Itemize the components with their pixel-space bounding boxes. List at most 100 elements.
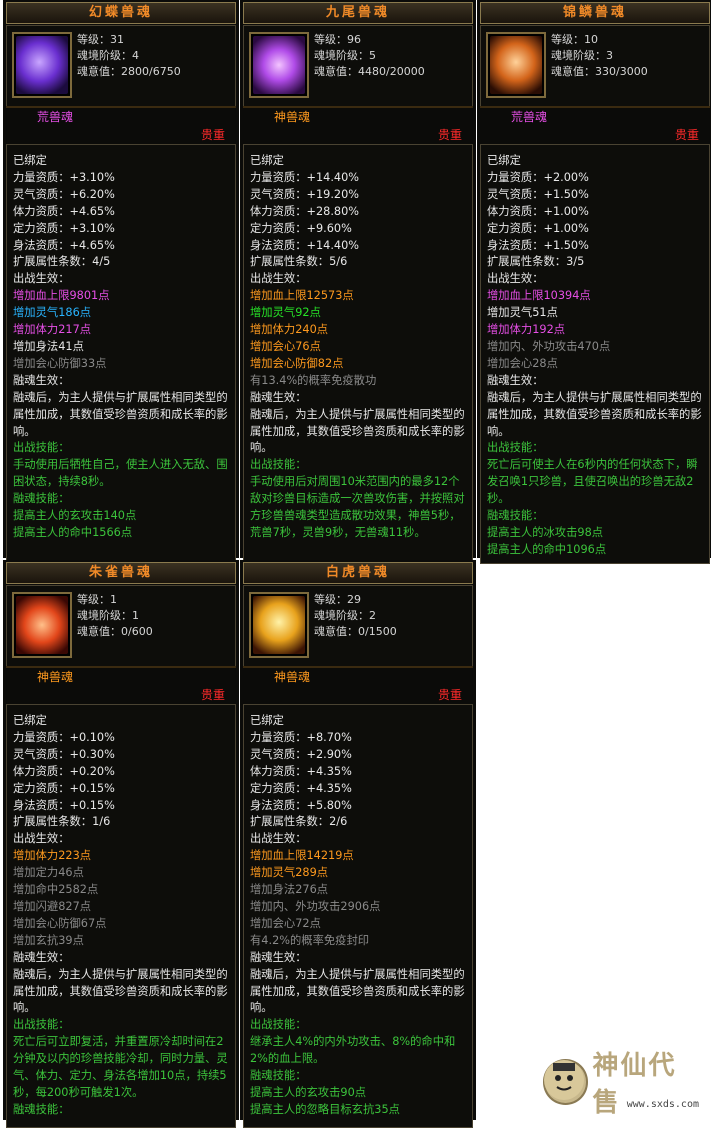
card-title: 九尾兽魂 (243, 2, 473, 24)
attribute-line: 已绑定 (13, 154, 47, 167)
attribute-line: 增加体力223点 (13, 849, 92, 863)
attribute-line: 体力资质：+0.20% (13, 764, 115, 778)
attribute-line: 死亡后可使主人在6秒内的任何状态下，瞬发召唤1只珍兽，且使召唤出的珍兽无敌2秒。 (487, 458, 698, 506)
attribute-line: 提高主人的忽略目标玄抗35点 (250, 1102, 400, 1116)
attribute-line: 体力资质：+1.00% (487, 204, 589, 218)
attribute-line: 提高主人的玄攻击140点 (13, 509, 137, 523)
attribute-line: 增加会心72点 (250, 916, 321, 930)
soul-icon-frame[interactable] (12, 32, 72, 98)
attribute-line: 增加闪避827点 (13, 899, 92, 913)
attribute-line: 增加身法41点 (13, 339, 84, 353)
vermilion-bird-soul-icon (16, 596, 68, 654)
attribute-line: 增加灵气92点 (250, 306, 321, 320)
mascot-logo-icon (543, 1059, 589, 1105)
attribute-line: 出战生效： (250, 272, 307, 286)
attribute-line: 体力资质：+4.65% (13, 204, 115, 218)
attribute-line: 手动使用后对周围10米范围内的最多12个敌对珍兽目标造成一次兽攻伤害，并按照对方… (250, 475, 465, 539)
attribute-line: 增加内、外功攻击2906点 (250, 899, 381, 913)
soul-card: 锦鳞兽魂 等级：10 魂境阶级：3 魂意值：330/3000 荒兽魂 贵重 已绑… (477, 0, 711, 564)
attribute-line: 融魂生效： (13, 950, 70, 964)
attribute-line: 力量资质：+8.70% (250, 730, 352, 744)
attribute-line: 融魂后，为主人提供与扩展属性相同类型的属性加成，其数值受珍兽资质和成长率的影响。 (487, 390, 702, 438)
attribute-line: 增加灵气289点 (250, 866, 329, 880)
attribute-line: 力量资质：+2.00% (487, 170, 589, 184)
attribute-line: 增加会心防御33点 (13, 356, 107, 370)
attribute-line: 提高主人的玄攻击90点 (250, 1085, 367, 1099)
attribute-line: 出战技能： (250, 458, 307, 472)
attribute-panel: 已绑定 力量资质：+8.70% 灵气资质：+2.90% 体力资质：+4.35% 定力资质… (243, 704, 473, 1128)
attribute-line: 增加定力46点 (13, 866, 84, 880)
soul-will-value: 魂意值：0/600 (77, 625, 153, 638)
attribute-line: 融魂技能： (13, 492, 70, 506)
soul-level: 等级：29 (314, 593, 361, 606)
soul-level: 等级：1 (77, 593, 117, 606)
soul-stage: 魂境阶级：4 (77, 49, 139, 62)
attribute-line: 力量资质：+14.40% (250, 170, 360, 184)
attribute-line: 体力资质：+4.35% (250, 764, 352, 778)
rarity-label: 贵重 (200, 128, 225, 142)
attribute-line: 有13.4%的概率免疫散功 (250, 373, 377, 387)
attribute-line: 增加灵气186点 (13, 306, 92, 320)
attribute-line: 增加命中2582点 (13, 883, 99, 897)
attribute-line: 定力资质：+9.60% (250, 221, 352, 235)
attribute-line: 增加体力192点 (487, 323, 566, 337)
soul-icon-frame[interactable] (12, 592, 72, 658)
attribute-line: 已绑定 (13, 714, 47, 727)
attribute-line: 继承主人4%的内外功攻击、8%的命中和2%的血上限。 (250, 1035, 456, 1066)
attribute-line: 扩展属性条数：3/5 (487, 255, 585, 269)
attribute-line: 已绑定 (250, 714, 284, 727)
attribute-line: 扩展属性条数：2/6 (250, 815, 348, 829)
attribute-line: 增加会心防御67点 (13, 916, 107, 930)
attribute-line: 身法资质：+0.15% (13, 798, 115, 812)
soul-card: 白虎兽魂 等级：29 魂境阶级：2 魂意值：0/1500 神兽魂 贵重 已绑定力… (240, 560, 476, 1128)
watermark: 神仙代售 www.sxds.com (543, 1051, 703, 1118)
attribute-line: 融魂生效： (487, 373, 544, 387)
card-title: 锦鳞兽魂 (480, 2, 710, 24)
soul-stage: 魂境阶级：5 (314, 49, 376, 62)
attribute-line: 增加玄抗39点 (13, 933, 84, 947)
attribute-line: 身法资质：+4.65% (13, 238, 115, 252)
soul-icon-frame[interactable] (486, 32, 546, 98)
attribute-line: 已绑定 (487, 154, 521, 167)
attribute-line: 融魂生效： (250, 390, 307, 404)
attribute-line: 出战生效： (250, 832, 307, 846)
attribute-line: 定力资质：+3.10% (13, 221, 115, 235)
soul-card: 九尾兽魂 等级：96 魂境阶级：5 魂意值：4480/20000 神兽魂 贵重 … (240, 0, 476, 564)
rarity-label: 贵重 (200, 688, 225, 702)
attribute-line: 扩展属性条数：1/6 (13, 815, 111, 829)
attribute-line: 融魂技能： (487, 509, 544, 523)
card-title: 朱雀兽魂 (6, 562, 236, 584)
soul-stage: 魂境阶级：3 (551, 49, 613, 62)
attribute-line: 融魂技能： (250, 1069, 307, 1083)
butterfly-soul-icon (16, 36, 68, 94)
attribute-line: 灵气资质：+6.20% (13, 187, 115, 201)
soul-will-value: 魂意值：4480/20000 (314, 65, 425, 78)
attribute-line: 提高主人的命中1096点 (487, 542, 607, 556)
soul-card: 幻蝶兽魂 等级：31 魂境阶级：4 魂意值：2800/6750 荒兽魂 贵重 已… (3, 0, 239, 564)
attribute-line: 融魂生效： (250, 950, 307, 964)
attribute-line: 体力资质：+28.80% (250, 204, 360, 218)
rarity-label: 贵重 (674, 128, 699, 142)
card-header: 等级：1 魂境阶级：1 魂意值：0/600 (6, 585, 236, 667)
attribute-line: 身法资质：+5.80% (250, 798, 352, 812)
soul-rank: 荒兽魂 (511, 110, 548, 124)
ninetail-soul-icon (253, 36, 305, 94)
soul-stats: 等级：31 魂境阶级：4 魂意值：2800/6750 (77, 32, 181, 80)
attribute-line: 出战技能： (13, 1018, 70, 1032)
attribute-line: 已绑定 (250, 154, 284, 167)
attribute-line: 身法资质：+1.50% (487, 238, 589, 252)
soul-icon-frame[interactable] (249, 32, 309, 98)
attribute-panel: 已绑定 力量资质：+14.40% 灵气资质：+19.20% 体力资质：+28.80% 定… (243, 144, 473, 564)
soul-stage: 魂境阶级：1 (77, 609, 139, 622)
card-title: 幻蝶兽魂 (6, 2, 236, 24)
attribute-line: 有4.2%的概率免疫封印 (250, 933, 370, 947)
attribute-line: 出战生效： (487, 272, 544, 286)
attribute-line: 提高主人的命中1566点 (13, 525, 133, 539)
soul-icon-frame[interactable] (249, 592, 309, 658)
attribute-line: 身法资质：+14.40% (250, 238, 360, 252)
soul-level: 等级：96 (314, 33, 361, 46)
soul-stats: 等级：10 魂境阶级：3 魂意值：330/3000 (551, 32, 648, 80)
attribute-line: 手动使用后牺牲自己，使主人进入无敌、围困状态，持续8秒。 (13, 458, 228, 489)
attribute-line: 灵气资质：+0.30% (13, 747, 115, 761)
attribute-line: 融魂后，为主人提供与扩展属性相同类型的属性加成，其数值受珍兽资质和成长率的影响。 (250, 407, 465, 455)
